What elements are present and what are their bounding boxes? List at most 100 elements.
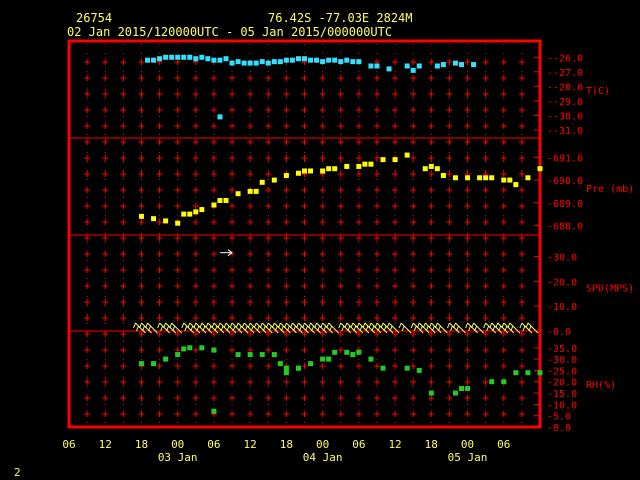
panel-label: SPD(MPS) [586,284,634,295]
temperature-point [241,60,247,66]
pressure-point [434,166,440,172]
relative_humidity-point [235,352,241,358]
temperature-point [193,56,199,62]
pressure-point [428,163,434,169]
temperature-point [332,57,338,63]
relative_humidity-point [513,370,519,376]
pressure-point [235,191,241,197]
temperature-point [344,57,350,63]
y-tick-label: -691.0 [547,153,583,164]
date-label: 04 Jan [303,451,343,464]
temperature-point [277,59,283,65]
relative_humidity-point [380,365,386,371]
y-tick-label: -0.0 [547,327,571,338]
pressure-point [326,166,332,172]
relative_humidity-point [452,390,458,396]
y-tick-label: -25.0 [547,366,577,377]
temperature-point [416,63,422,69]
relative_humidity-point [332,349,338,355]
relative_humidity-point [368,356,374,362]
pressure-point [440,173,446,179]
y-tick-label: -30.0 [547,252,577,263]
pressure-point [483,175,489,181]
relative_humidity-point [187,345,193,351]
relative_humidity-point [211,347,217,353]
relative_humidity-point [271,352,277,358]
page-number: 2 [14,466,21,479]
x-tick-label: 12 [388,438,401,451]
temperature-point [350,59,356,65]
relative_humidity-point [308,361,314,367]
temperature-point [410,67,416,73]
y-tick-label: -690.0 [547,176,583,187]
relative_humidity-outlier [211,408,217,414]
temperature-point [356,59,362,65]
pressure-point [507,177,513,183]
pressure-point [187,211,193,217]
temperature-point [289,57,295,63]
temperature-point [471,62,477,68]
temperature-point [229,60,235,66]
temperature-point [235,59,241,65]
y-tick-label: -20.0 [547,277,577,288]
temperature-point [265,60,271,66]
temperature-point [259,59,265,65]
relative_humidity-point [247,352,253,358]
relative_humidity-point [428,390,434,396]
x-tick-label: 00 [461,438,474,451]
temperature-point [157,56,163,62]
temperature-point [223,56,229,62]
temperature-point [295,56,301,62]
pressure-point [175,220,181,226]
pressure-point [151,216,157,222]
relative_humidity-point [277,361,283,367]
meteogram-chart: 26754 76.42S -77.03E 2824M 02 Jan 2015/1… [0,0,640,480]
temperature-outlier [217,114,223,120]
pressure-point [525,175,531,181]
panel-label: RH(%) [586,380,616,391]
temperature-point [163,54,169,60]
y-tick-label: --26.0 [547,53,583,64]
relative_humidity-point [283,365,289,371]
y-tick-label: -30.0 [547,355,577,366]
temperature-point [459,62,464,68]
panel-label: Pre (mb) [586,184,634,195]
temperature-point [326,57,332,63]
y-tick-label: -689.0 [547,199,583,210]
temperature-point [247,60,253,66]
relative_humidity-point [416,367,422,373]
relative_humidity-point [489,379,495,385]
relative_humidity-point [326,356,332,362]
y-tick-label: -10.0 [547,400,577,411]
panel-label: T(C) [586,86,610,97]
pressure-point [477,175,483,181]
temperature-point [283,57,289,63]
relative_humidity-point [138,361,144,367]
temperature-point [199,54,205,60]
pressure-point [380,157,386,163]
pressure-point [452,175,458,181]
pressure-point [308,168,314,174]
x-tick-label: 18 [135,438,148,451]
pressure-point [193,209,199,215]
pressure-point [362,161,368,167]
relative_humidity-point [404,365,410,371]
temperature-point [253,60,259,66]
y-tick-label: -5.0 [547,412,571,423]
pressure-point [138,213,144,219]
y-tick-label: -688.0 [547,221,583,232]
pressure-point [163,218,169,224]
y-tick-label: -35.0 [547,344,577,355]
x-tick-label: 12 [99,438,112,451]
y-tick-label: --27.0 [547,68,583,79]
relative_humidity-point [525,370,531,376]
relative_humidity-point [344,349,350,355]
relative_humidity-point [163,356,169,362]
relative_humidity-point [295,365,301,371]
pressure-point [181,211,187,217]
pressure-point [295,170,301,176]
station-location: 76.42S -77.03E 2824M [268,11,413,25]
relative_humidity-point [151,361,157,367]
y-tick-label: -20.0 [547,378,577,389]
temperature-point [434,63,440,69]
